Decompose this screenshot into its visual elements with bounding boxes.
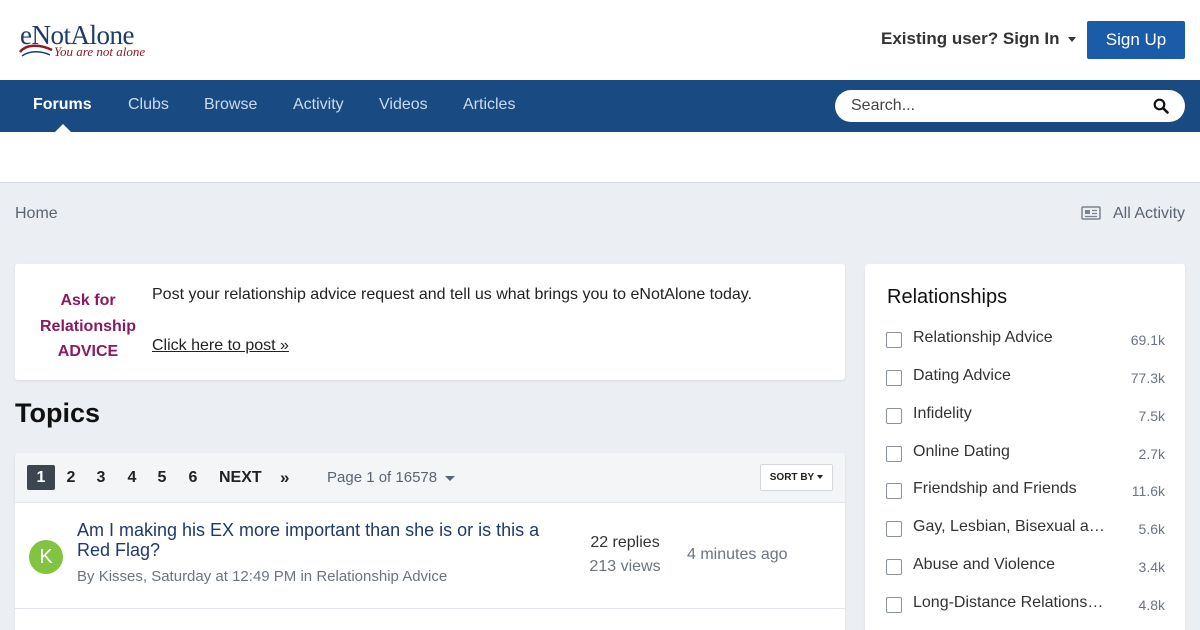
all-activity-link[interactable]: All Activity	[1081, 205, 1185, 223]
relationships-sidebar: Relationships Relationship Advice 69.1k …	[865, 264, 1185, 630]
white-band	[0, 132, 1200, 183]
sidebar-item-dating-advice[interactable]: Dating Advice 77.3k	[885, 366, 1169, 390]
sidebar-item-count: 11.6k	[1131, 483, 1165, 499]
sidebar-item-label: Dating Advice	[913, 367, 1011, 384]
page-6-button[interactable]: 6	[179, 465, 207, 490]
search-input[interactable]	[851, 96, 1141, 116]
sidebar-item-count: 77.3k	[1130, 370, 1165, 386]
search-icon[interactable]	[1153, 98, 1169, 114]
next-page-button[interactable]: NEXT	[219, 465, 262, 490]
checkbox[interactable]	[886, 370, 902, 386]
topic-forum-link[interactable]: Relationship Advice	[316, 568, 447, 585]
nav-item-browse[interactable]: Browse	[204, 96, 257, 114]
sidebar-item-count: 5.6k	[1138, 521, 1165, 537]
pagination-bar: 1 2 3 4 5 6 NEXT » Page 1 of 16578 SORT …	[15, 453, 845, 503]
post-advice-link[interactable]: Click here to post »	[152, 337, 289, 355]
page-1-button[interactable]: 1	[27, 465, 55, 490]
topic-title-link[interactable]: Am I making his EX more important than s…	[77, 520, 577, 560]
page-4-button[interactable]: 4	[118, 465, 146, 490]
sidebar-item-label: Abuse and Violence	[913, 556, 1056, 573]
sidebar-item-label: Online Dating	[913, 443, 1010, 460]
topic-author-link[interactable]: Kisses	[99, 568, 143, 585]
page-5-button[interactable]: 5	[148, 465, 176, 490]
checkbox[interactable]	[886, 483, 902, 499]
checkbox[interactable]	[886, 446, 902, 462]
caret-down-icon	[817, 475, 824, 480]
topics-panel: 1 2 3 4 5 6 NEXT » Page 1 of 16578 SORT …	[15, 453, 845, 630]
checkbox[interactable]	[886, 559, 902, 575]
newspaper-icon	[1081, 206, 1101, 220]
nav-item-forums[interactable]: Forums	[33, 96, 92, 114]
sort-by-button[interactable]: SORT BY	[760, 464, 833, 491]
sidebar-item-count: 7.5k	[1138, 408, 1165, 424]
sidebar-item-long-distance[interactable]: Long-Distance Relationships 4.8k	[885, 593, 1169, 617]
site-logo[interactable]: eNotAlone You are not alone	[18, 20, 168, 62]
page-of-label: Page 1 of 16578	[327, 469, 438, 486]
sidebar-item-label: Infidelity	[913, 405, 972, 422]
topic-row: K Am I making his EX more important than…	[15, 504, 845, 609]
topic-by: By	[77, 568, 99, 585]
sidebar-title: Relationships	[887, 286, 1008, 308]
page-2-button[interactable]: 2	[57, 465, 85, 490]
search-box	[835, 90, 1185, 122]
sign-up-button[interactable]: Sign Up	[1087, 21, 1185, 59]
breadcrumb-home[interactable]: Home	[15, 205, 58, 223]
checkbox[interactable]	[886, 597, 902, 613]
topic-replies: 22 replies	[590, 534, 660, 551]
sidebar-item-count: 69.1k	[1130, 332, 1165, 348]
sidebar-item-relationship-advice[interactable]: Relationship Advice 69.1k	[885, 328, 1169, 352]
sign-in-dropdown[interactable]: Existing user? Sign In	[881, 29, 1076, 49]
nav-item-activity[interactable]: Activity	[293, 96, 344, 114]
last-page-button[interactable]: »	[280, 465, 289, 490]
nav-item-clubs[interactable]: Clubs	[128, 96, 169, 114]
checkbox[interactable]	[886, 521, 902, 537]
logo-tagline: You are not alone	[54, 44, 146, 59]
sidebar-item-abuse-violence[interactable]: Abuse and Violence 3.4k	[885, 555, 1169, 579]
advice-text: Post your relationship advice request an…	[152, 286, 753, 303]
sidebar-item-label: Long-Distance Relationships	[913, 594, 1108, 611]
caret-down-icon	[1067, 37, 1076, 43]
checkbox[interactable]	[886, 332, 902, 348]
page-3-button[interactable]: 3	[87, 465, 115, 490]
sidebar-item-online-dating[interactable]: Online Dating 2.7k	[885, 442, 1169, 466]
site-header: eNotAlone You are not alone Existing use…	[0, 0, 1200, 80]
sidebar-item-label: Friendship and Friends	[913, 480, 1077, 497]
nav-item-videos[interactable]: Videos	[379, 96, 428, 114]
sidebar-item-infidelity[interactable]: Infidelity 7.5k	[885, 404, 1169, 428]
advice-box: Ask for Relationship ADVICE Post your re…	[15, 264, 845, 380]
page-jump-dropdown[interactable]: Page 1 of 16578	[327, 465, 456, 490]
all-activity-label: All Activity	[1113, 205, 1186, 222]
topic-last-post-time[interactable]: 4 minutes ago	[687, 546, 788, 564]
sidebar-item-count: 2.7k	[1138, 446, 1165, 462]
sidebar-item-label: Gay, Lesbian, Bisexual and Transgender	[913, 518, 1108, 535]
topic-date: , Saturday at 12:49 PM in	[142, 568, 317, 585]
advice-title: Ask for Relationship ADVICE	[39, 292, 136, 360]
sidebar-item-label: Relationship Advice	[913, 329, 1053, 346]
sign-in-label: Existing user? Sign In	[881, 29, 1060, 48]
sidebar-item-count: 3.4k	[1138, 559, 1165, 575]
topic-meta: By Kisses, Saturday at 12:49 PM in Relat…	[77, 568, 447, 585]
caret-down-icon	[445, 475, 456, 481]
sidebar-item-friendship[interactable]: Friendship and Friends 11.6k	[885, 479, 1169, 503]
checkbox[interactable]	[886, 408, 902, 424]
topics-heading: Topics	[15, 398, 101, 428]
avatar[interactable]: K	[29, 540, 63, 574]
topic-views: 213 views	[589, 558, 661, 575]
sidebar-item-count: 4.8k	[1138, 597, 1165, 613]
nav-item-articles[interactable]: Articles	[463, 96, 515, 114]
sidebar-item-lgbt[interactable]: Gay, Lesbian, Bisexual and Transgender 5…	[885, 517, 1169, 541]
active-nav-pointer	[55, 124, 71, 132]
sort-by-label: SORT BY	[769, 472, 815, 483]
